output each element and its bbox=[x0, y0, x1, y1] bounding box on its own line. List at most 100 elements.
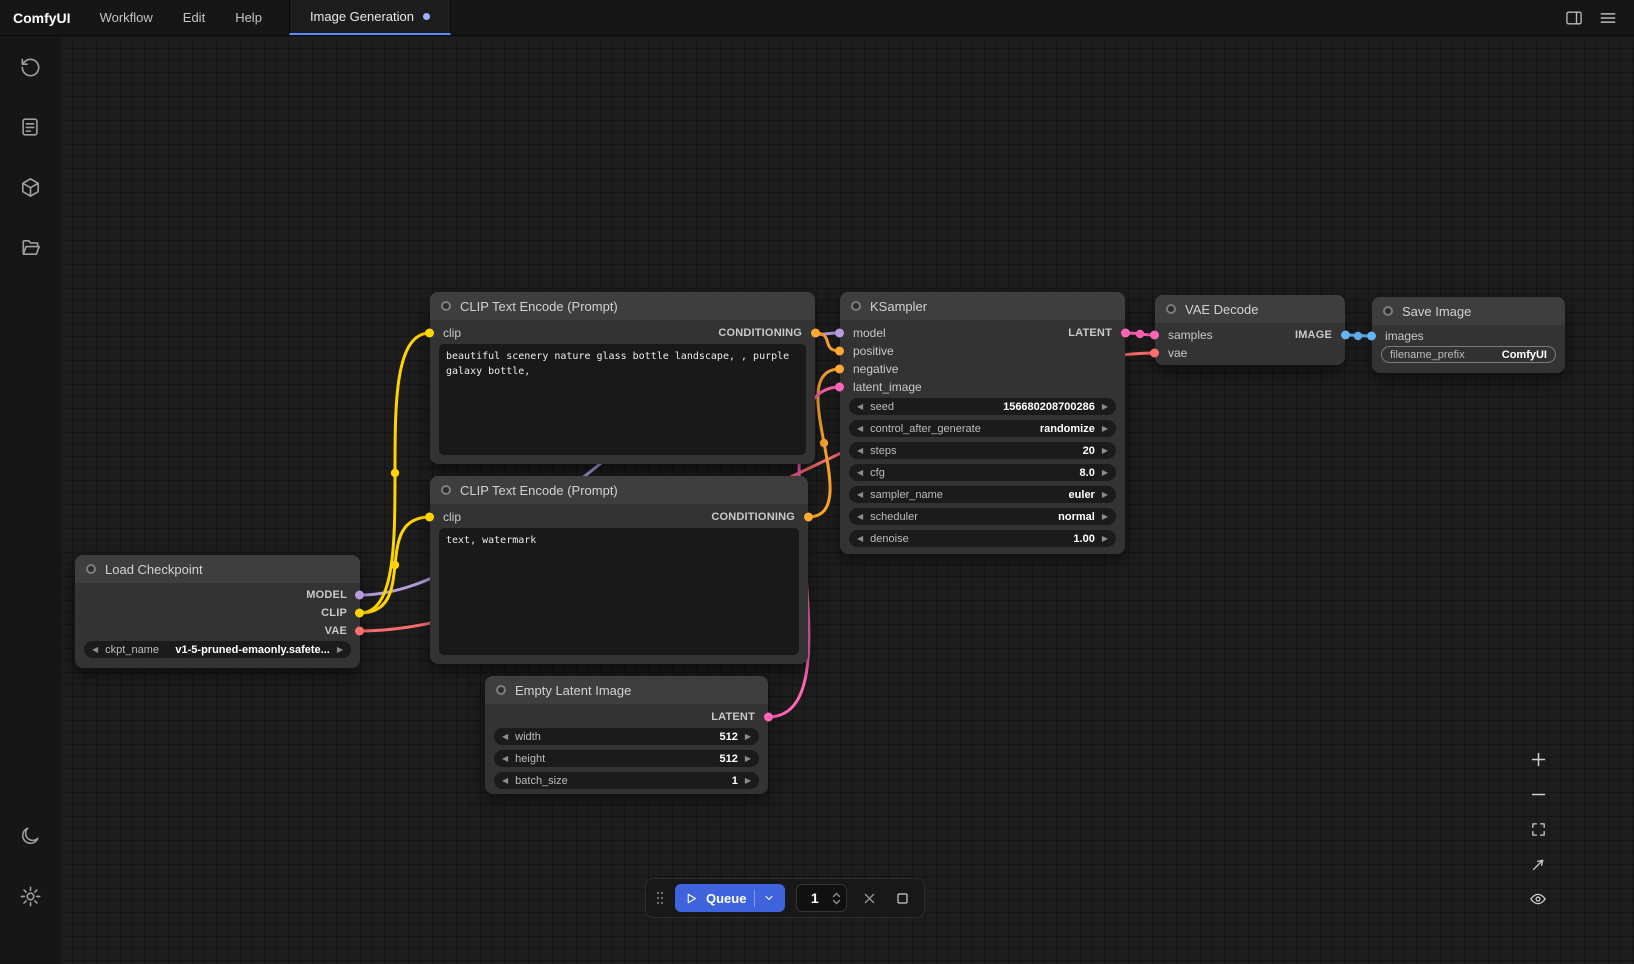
queue-button[interactable]: Queue bbox=[675, 884, 785, 912]
increment-arrow-icon[interactable]: ▶ bbox=[1102, 491, 1108, 499]
widget-denoise[interactable]: ◀ denoise 1.00 ▶ bbox=[849, 530, 1116, 547]
decrement-arrow-icon[interactable]: ◀ bbox=[502, 733, 508, 741]
decrement-arrow-icon[interactable]: ◀ bbox=[857, 513, 863, 521]
increment-arrow-icon[interactable]: ▶ bbox=[1102, 535, 1108, 543]
pan-mode-arrow-icon[interactable] bbox=[1524, 850, 1552, 878]
collapse-dot-icon[interactable] bbox=[441, 485, 451, 495]
cancel-x-icon[interactable] bbox=[858, 886, 880, 910]
prompt-textarea[interactable]: text, watermark bbox=[439, 528, 799, 655]
node-header[interactable]: VAE Decode bbox=[1155, 295, 1345, 323]
decrement-arrow-icon[interactable]: ◀ bbox=[502, 777, 508, 785]
input-port-clip[interactable] bbox=[425, 513, 434, 522]
output-port-clip[interactable] bbox=[355, 609, 364, 618]
increment-arrow-icon[interactable]: ▶ bbox=[745, 777, 751, 785]
widget-height[interactable]: ◀ height 512 ▶ bbox=[494, 750, 759, 767]
node-header[interactable]: CLIP Text Encode (Prompt) bbox=[430, 476, 808, 504]
output-port-model[interactable] bbox=[355, 591, 364, 600]
input-port-clip[interactable] bbox=[425, 329, 434, 338]
node-ksampler[interactable]: KSampler model positive negative latent_… bbox=[840, 292, 1125, 554]
prompt-textarea[interactable]: beautiful scenery nature glass bottle la… bbox=[439, 344, 806, 455]
zoom-out-icon[interactable] bbox=[1524, 780, 1552, 808]
widget-width[interactable]: ◀ width 512 ▶ bbox=[494, 728, 759, 745]
widget-steps[interactable]: ◀ steps 20 ▶ bbox=[849, 442, 1116, 459]
decrement-arrow-icon[interactable]: ◀ bbox=[502, 755, 508, 763]
output-port-conditioning[interactable] bbox=[811, 329, 820, 338]
input-port-images[interactable] bbox=[1367, 332, 1376, 341]
node-library-icon[interactable] bbox=[0, 104, 60, 150]
input-port-vae[interactable] bbox=[1150, 349, 1159, 358]
node-header[interactable]: CLIP Text Encode (Prompt) bbox=[430, 292, 815, 320]
stop-square-icon[interactable] bbox=[892, 886, 914, 910]
menu-workflow[interactable]: Workflow bbox=[85, 0, 168, 35]
fit-view-icon[interactable] bbox=[1524, 815, 1552, 843]
settings-gear-icon[interactable] bbox=[0, 873, 60, 919]
tab-image-generation[interactable]: Image Generation bbox=[289, 0, 451, 35]
node-header[interactable]: Empty Latent Image bbox=[485, 676, 768, 704]
node-clip-text-encode-positive[interactable]: CLIP Text Encode (Prompt) clip CONDITION… bbox=[430, 292, 815, 464]
node-save-image[interactable]: Save Image images filename_prefix ComfyU… bbox=[1372, 297, 1565, 373]
drag-handle-icon[interactable] bbox=[656, 890, 664, 906]
node-graph-canvas[interactable]: Load Checkpoint MODEL CLIP VAE ◀ ckpt_na… bbox=[60, 36, 1634, 964]
menu-help[interactable]: Help bbox=[220, 0, 277, 35]
chevron-down-icon[interactable] bbox=[763, 892, 775, 904]
collapse-dot-icon[interactable] bbox=[441, 301, 451, 311]
node-vae-decode[interactable]: VAE Decode samples vae IMAGE bbox=[1155, 295, 1345, 365]
batch-count-value[interactable]: 1 bbox=[797, 890, 832, 906]
output-port-conditioning[interactable] bbox=[804, 513, 813, 522]
increment-arrow-icon[interactable]: ▶ bbox=[337, 646, 343, 654]
decrement-arrow-icon[interactable]: ◀ bbox=[857, 447, 863, 455]
toggle-links-eye-icon[interactable] bbox=[1524, 885, 1552, 913]
increment-arrow-icon[interactable]: ▶ bbox=[745, 733, 751, 741]
input-port-latent-image[interactable] bbox=[835, 383, 844, 392]
output-port-vae[interactable] bbox=[355, 627, 364, 636]
menu-edit[interactable]: Edit bbox=[168, 0, 220, 35]
decrement-arrow-icon[interactable]: ◀ bbox=[857, 425, 863, 433]
node-empty-latent-image[interactable]: Empty Latent Image LATENT ◀ width 512 ▶ … bbox=[485, 676, 768, 794]
node-header[interactable]: Load Checkpoint bbox=[75, 555, 360, 583]
widget-scheduler[interactable]: ◀ scheduler normal ▶ bbox=[849, 508, 1116, 525]
batch-count-stepper[interactable]: 1 bbox=[796, 884, 847, 912]
output-port-latent[interactable] bbox=[764, 713, 773, 722]
increment-arrow-icon[interactable]: ▶ bbox=[1102, 403, 1108, 411]
decrement-arrow-icon[interactable]: ◀ bbox=[857, 403, 863, 411]
decrement-arrow-icon[interactable]: ◀ bbox=[92, 646, 98, 654]
widget-sampler-name[interactable]: ◀ sampler_name euler ▶ bbox=[849, 486, 1116, 503]
link-midpoint-dot[interactable] bbox=[820, 439, 828, 447]
increment-arrow-icon[interactable]: ▶ bbox=[1102, 425, 1108, 433]
widget-ckpt-name[interactable]: ◀ ckpt_name v1-5-pruned-emaonly.safete..… bbox=[84, 641, 351, 658]
decrement-arrow-icon[interactable]: ◀ bbox=[857, 535, 863, 543]
output-port-image[interactable] bbox=[1341, 331, 1350, 340]
workflows-folder-icon[interactable] bbox=[0, 224, 60, 270]
zoom-in-icon[interactable] bbox=[1524, 745, 1552, 773]
app-logo[interactable]: ComfyUI bbox=[0, 0, 85, 35]
input-port-positive[interactable] bbox=[835, 347, 844, 356]
widget-batch-size[interactable]: ◀ batch_size 1 ▶ bbox=[494, 772, 759, 789]
workflow-history-icon[interactable] bbox=[0, 44, 60, 90]
link-midpoint-dot[interactable] bbox=[1354, 332, 1362, 340]
link-midpoint-dot[interactable] bbox=[391, 561, 399, 569]
increment-arrow-icon[interactable]: ▶ bbox=[745, 755, 751, 763]
decrement-arrow-icon[interactable]: ◀ bbox=[857, 491, 863, 499]
link-midpoint-dot[interactable] bbox=[391, 469, 399, 477]
collapse-dot-icon[interactable] bbox=[1166, 304, 1176, 314]
node-header[interactable]: KSampler bbox=[840, 292, 1125, 320]
widget-control-after-generate[interactable]: ◀ control_after_generate randomize ▶ bbox=[849, 420, 1116, 437]
link-midpoint-dot[interactable] bbox=[1136, 330, 1144, 338]
collapse-dot-icon[interactable] bbox=[851, 301, 861, 311]
node-header[interactable]: Save Image bbox=[1372, 297, 1565, 325]
stepper-up-icon[interactable] bbox=[832, 892, 841, 898]
node-clip-text-encode-negative[interactable]: CLIP Text Encode (Prompt) clip CONDITION… bbox=[430, 476, 808, 664]
node-load-checkpoint[interactable]: Load Checkpoint MODEL CLIP VAE ◀ ckpt_na… bbox=[75, 555, 360, 668]
increment-arrow-icon[interactable]: ▶ bbox=[1102, 513, 1108, 521]
toggle-panel-icon[interactable] bbox=[1560, 4, 1588, 32]
output-port-latent[interactable] bbox=[1121, 329, 1130, 338]
increment-arrow-icon[interactable]: ▶ bbox=[1102, 447, 1108, 455]
collapse-dot-icon[interactable] bbox=[86, 564, 96, 574]
model-library-icon[interactable] bbox=[0, 164, 60, 210]
decrement-arrow-icon[interactable]: ◀ bbox=[857, 469, 863, 477]
widget-cfg[interactable]: ◀ cfg 8.0 ▶ bbox=[849, 464, 1116, 481]
collapse-dot-icon[interactable] bbox=[496, 685, 506, 695]
widget-filename-prefix[interactable]: filename_prefix ComfyUI bbox=[1381, 346, 1556, 363]
stepper-down-icon[interactable] bbox=[832, 899, 841, 905]
theme-toggle-moon-icon[interactable] bbox=[0, 813, 60, 859]
